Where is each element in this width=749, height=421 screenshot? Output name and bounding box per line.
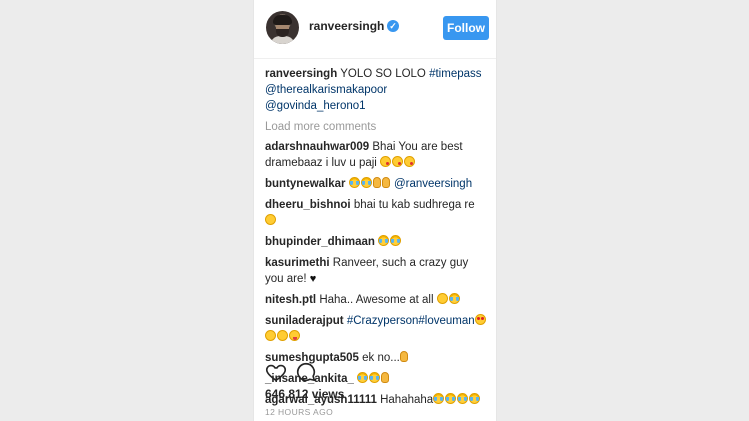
comment-item: kasurimethi Ranveer, such a crazy guy yo…: [265, 255, 489, 287]
avatar[interactable]: [266, 11, 299, 44]
kiss-emoji-icon: [392, 156, 404, 167]
comment-item: dheeru_bishnoi bhai tu kab sudhrega re: [265, 197, 489, 229]
heart-icon[interactable]: [265, 361, 287, 383]
caption-hashtag[interactable]: #timepass: [429, 68, 481, 80]
comment-username[interactable]: suniladerajput: [265, 315, 344, 327]
ok-hand-emoji-icon: [399, 351, 408, 362]
post-header: ranveersingh ✓ Follow: [254, 0, 496, 59]
black-heart-icon: ♥: [309, 273, 317, 285]
tears-of-joy-emoji-icon: [348, 177, 360, 188]
tears-of-joy-emoji-icon: [457, 393, 469, 404]
comment-username[interactable]: dheeru_bishnoi: [265, 199, 351, 211]
tears-of-joy-emoji-icon: [433, 393, 445, 404]
grinning-emoji-icon: [277, 330, 288, 341]
username[interactable]: ranveersingh: [309, 19, 384, 33]
comment-username[interactable]: adarshnauhwar009: [265, 141, 369, 153]
comment-item: bhupinder_dhimaan: [265, 234, 489, 250]
view-count[interactable]: 646,812 views: [265, 387, 344, 401]
comment-item: nitesh.ptl Haha.. Awesome at all: [265, 292, 489, 308]
ok-hand-emoji-icon: [381, 372, 390, 383]
comment-hashtags[interactable]: #Crazyperson#loveuman: [347, 315, 475, 327]
tears-of-joy-emoji-icon: [360, 177, 372, 188]
tears-of-joy-emoji-icon: [469, 393, 481, 404]
comment-username[interactable]: buntynewalkar: [265, 178, 346, 190]
verified-badge-icon: ✓: [387, 20, 399, 32]
post-timestamp[interactable]: 12 HOURS AGO: [265, 407, 333, 417]
thinking-emoji-icon: [265, 214, 276, 225]
post-actions: [265, 361, 345, 383]
comment-text: Haha.. Awesome at all: [319, 294, 434, 306]
comment-item: suniladerajput #Crazyperson#loveuman: [265, 313, 489, 345]
kiss-emoji-icon: [404, 156, 416, 167]
caption-mention-1[interactable]: @therealkarismakapoor: [265, 84, 387, 96]
comment-icon[interactable]: [295, 361, 317, 383]
ok-hand-emoji-icon: [372, 177, 381, 188]
tears-of-joy-emoji-icon: [448, 293, 460, 304]
comment-item: adarshnauhwar009 Bhai You are best drame…: [265, 139, 489, 171]
tears-of-joy-emoji-icon: [378, 235, 390, 246]
heart-eyes-emoji-icon: [474, 314, 486, 325]
post-caption: ranveersingh YOLO SO LOLO #timepass @the…: [265, 66, 489, 114]
comment-username[interactable]: bhupinder_dhimaan: [265, 236, 375, 248]
caption-username[interactable]: ranveersingh: [265, 68, 337, 80]
kiss-emoji-icon: [380, 156, 392, 167]
tears-of-joy-emoji-icon: [369, 372, 381, 383]
post-card: ranveersingh ✓ Follow ranveersingh YOLO …: [253, 0, 497, 421]
comment-mention[interactable]: @ranveersingh: [394, 178, 472, 190]
tongue-emoji-icon: [289, 330, 300, 341]
comment-username[interactable]: nitesh.ptl: [265, 294, 316, 306]
follow-button[interactable]: Follow: [443, 16, 489, 40]
comment-text: Hahahaha: [380, 394, 434, 406]
caption-text: YOLO SO LOLO: [340, 68, 426, 80]
tears-of-joy-emoji-icon: [445, 393, 457, 404]
comment-item: buntynewalkar @ranveersingh: [265, 176, 489, 192]
comment-text: ek no...: [362, 352, 400, 364]
comment-text: bhai tu kab sudhrega re: [353, 199, 475, 211]
caption-mention-2[interactable]: @govinda_herono1: [265, 100, 366, 112]
tears-of-joy-emoji-icon: [390, 235, 402, 246]
grimacing-emoji-icon: [265, 330, 276, 341]
ok-hand-emoji-icon: [381, 177, 390, 188]
tears-of-joy-emoji-icon: [357, 372, 369, 383]
grimacing-emoji-icon: [436, 293, 448, 304]
comment-username[interactable]: kasurimethi: [265, 257, 330, 269]
load-more-comments-link[interactable]: Load more comments: [265, 119, 489, 135]
